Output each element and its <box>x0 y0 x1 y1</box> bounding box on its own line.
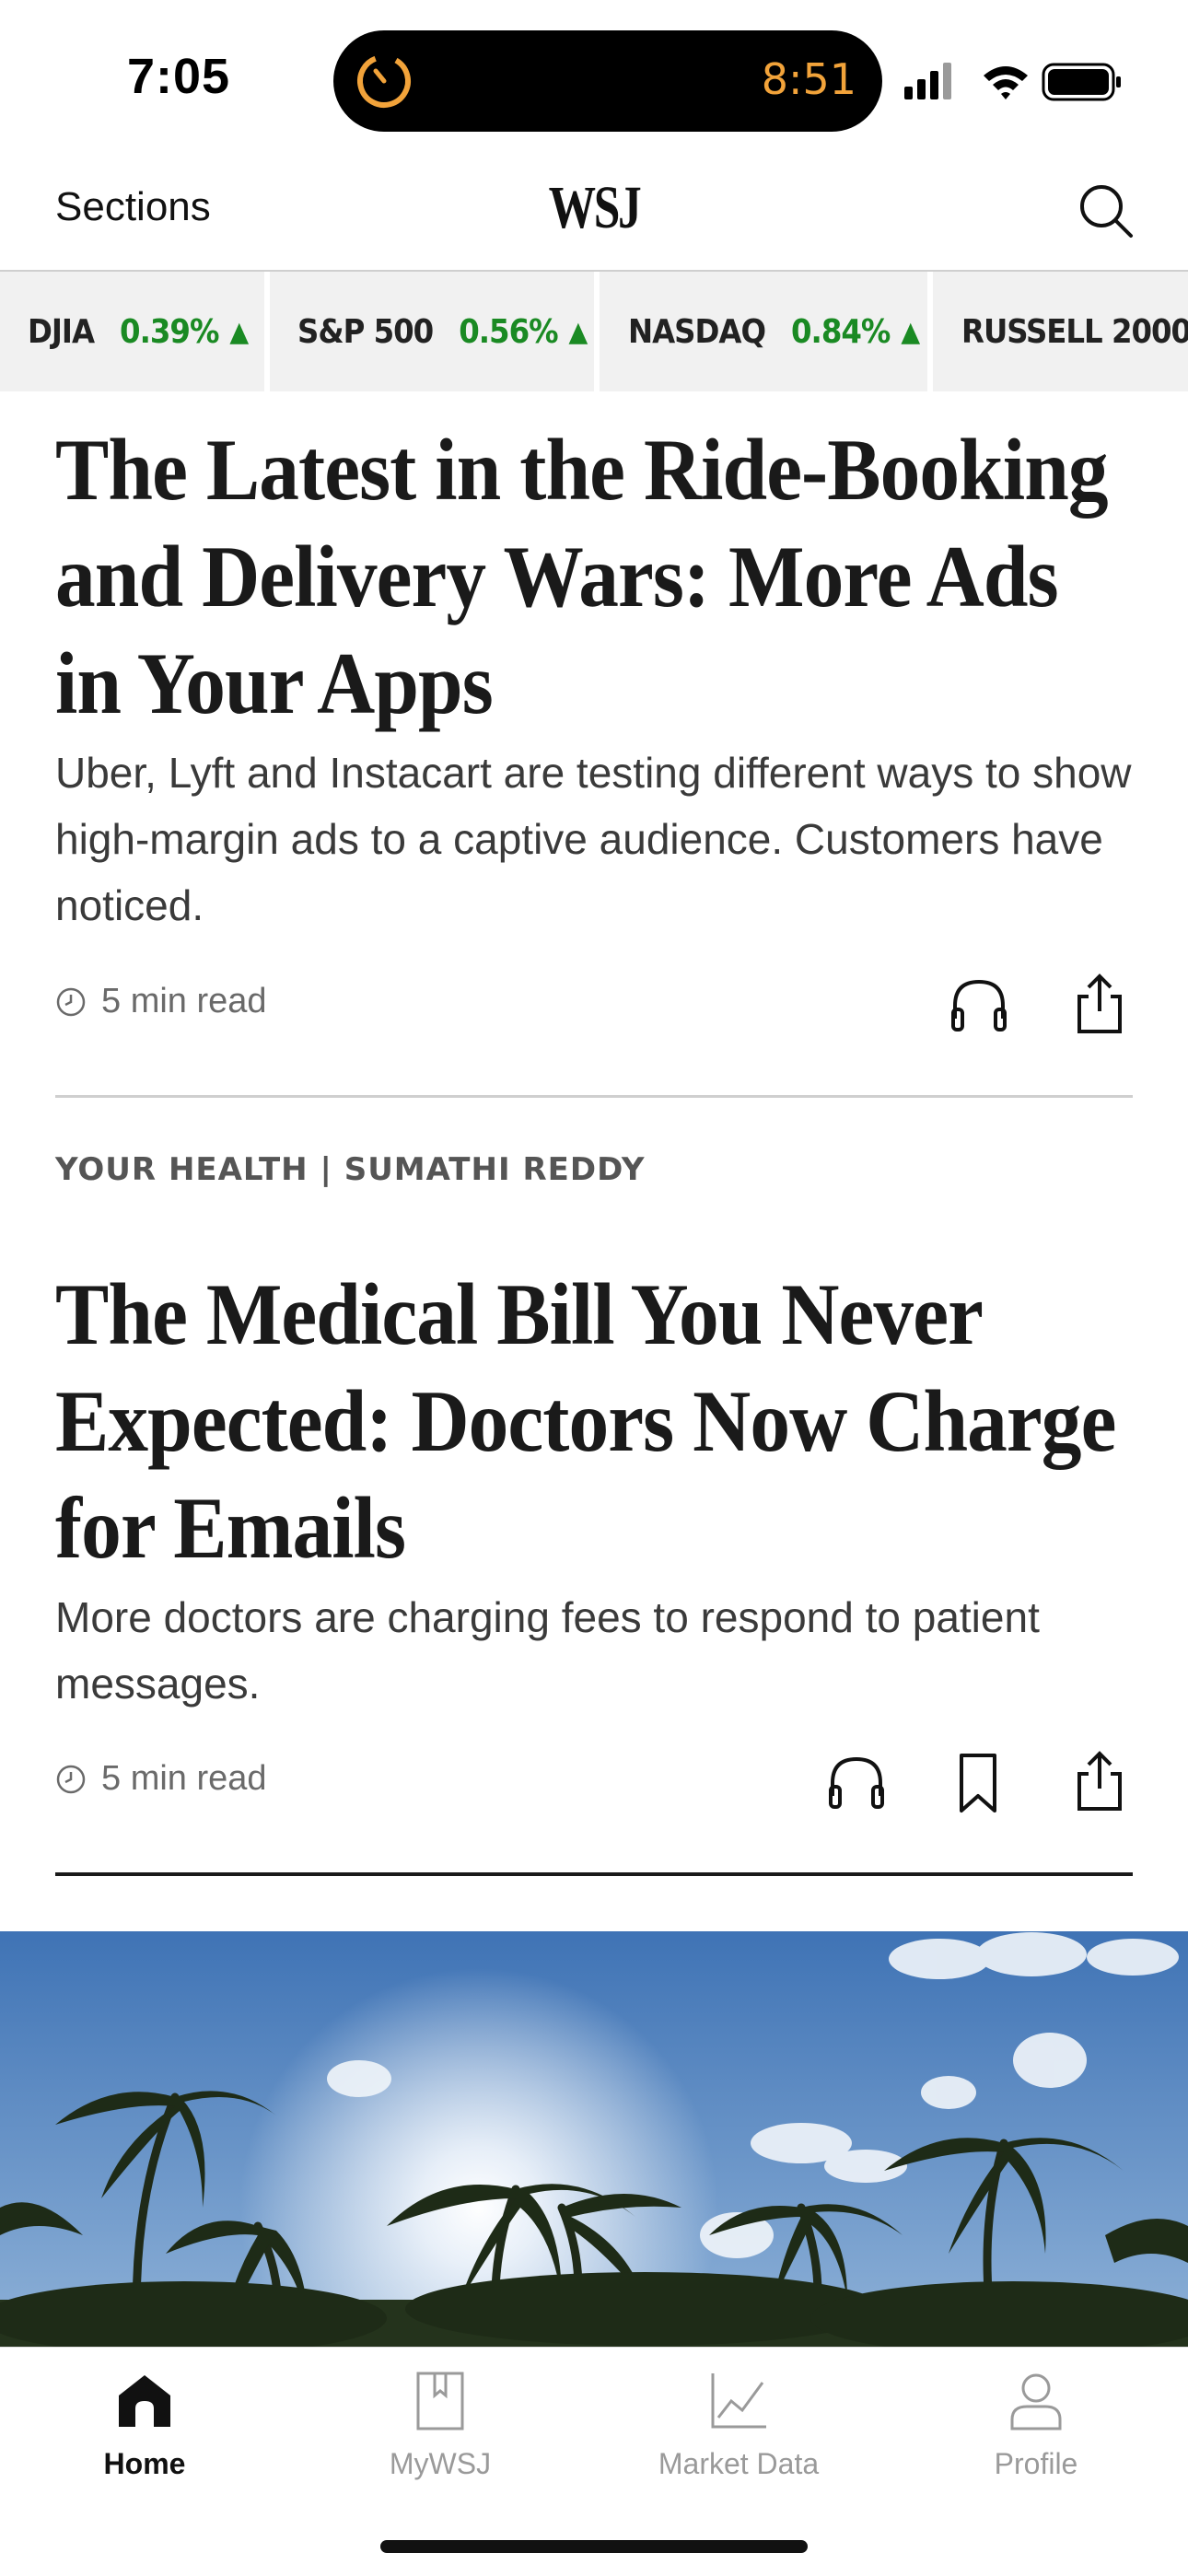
signal-icon <box>904 63 951 99</box>
dynamic-island[interactable]: 8:51 <box>333 30 882 132</box>
wifi-icon <box>984 66 1028 99</box>
app-header: Sections WSJ <box>0 155 1188 272</box>
tab-market-data[interactable]: Market Data <box>628 2368 849 2481</box>
share-icon[interactable] <box>1066 971 1133 1037</box>
ticker-divider <box>594 272 600 391</box>
market-ticker[interactable]: DJIA 0.39% ▲ S&P 500 0.56% ▲ NASDAQ 0.84… <box>0 272 1188 391</box>
tab-label: MyWSJ <box>389 2447 492 2480</box>
status-time: 7:05 <box>127 49 231 104</box>
chart-line-icon <box>711 2373 766 2429</box>
headphones-icon[interactable] <box>946 973 1012 1039</box>
read-time-label: 5 min read <box>101 982 267 1020</box>
home-indicator[interactable] <box>380 2540 808 2553</box>
section-divider <box>55 1872 1133 1876</box>
ticker-item-russell[interactable]: RUSSELL 2000 <box>961 272 1188 391</box>
ticker-name: S&P 500 <box>297 312 434 351</box>
article-headline[interactable]: The Latest in the Ride-Booking and Deliv… <box>55 416 1123 737</box>
clock-icon <box>56 987 86 1016</box>
ticker-divider <box>927 272 933 391</box>
ticker-item-nasdaq[interactable]: NASDAQ 0.84% ▲ <box>628 272 920 391</box>
ticker-name: DJIA <box>28 312 95 351</box>
bookmark-icon[interactable] <box>945 1750 1011 1816</box>
person-icon <box>1010 2373 1062 2430</box>
status-icons <box>904 63 1121 101</box>
home-icon <box>119 2375 170 2427</box>
read-time: 5 min read <box>55 982 267 1021</box>
ticker-name: NASDAQ <box>628 312 766 351</box>
ticker-change: 0.84% <box>791 312 891 351</box>
article-summary: More doctors are charging fees to respon… <box>55 1593 1040 1708</box>
timer-icon <box>357 54 411 108</box>
article-kicker[interactable]: YOUR HEALTH | SUMATHI REDDY <box>55 1151 645 1188</box>
up-arrow-icon: ▲ <box>901 315 921 348</box>
headphones-icon[interactable] <box>823 1750 890 1816</box>
ticker-name: RUSSELL 2000 <box>961 312 1188 351</box>
up-arrow-icon: ▲ <box>229 315 250 348</box>
article-photo[interactable] <box>0 1931 1188 2348</box>
clock-icon <box>56 1765 86 1793</box>
ticker-item-djia[interactable]: DJIA 0.39% ▲ <box>28 272 249 391</box>
article-divider <box>55 1095 1133 1098</box>
timer-time: 8:51 <box>761 54 856 104</box>
ticker-change: 0.39% <box>120 312 219 351</box>
wsj-logo: WSJ <box>548 174 642 241</box>
article-summary: Uber, Lyft and Instacart are testing dif… <box>55 749 1132 929</box>
bookmark-icon <box>416 2372 464 2430</box>
share-icon[interactable] <box>1066 1748 1133 1814</box>
ticker-item-sp500[interactable]: S&P 500 0.56% ▲ <box>297 272 588 391</box>
read-time-label: 5 min read <box>101 1759 267 1798</box>
article-headline[interactable]: The Medical Bill You Never Expected: Doc… <box>55 1261 1123 1581</box>
search-icon[interactable] <box>1074 179 1140 245</box>
tab-label: Home <box>103 2447 186 2480</box>
tab-home[interactable]: Home <box>34 2368 255 2481</box>
ticker-divider <box>264 272 270 391</box>
read-time: 5 min read <box>55 1759 267 1799</box>
tab-label: Market Data <box>658 2447 820 2480</box>
battery-icon <box>1042 63 1121 101</box>
up-arrow-icon: ▲ <box>568 315 588 348</box>
ticker-change: 0.56% <box>459 312 558 351</box>
tab-profile[interactable]: Profile <box>926 2368 1147 2481</box>
tab-label: Profile <box>994 2447 1078 2480</box>
tab-mywsj[interactable]: MyWSJ <box>330 2368 551 2481</box>
